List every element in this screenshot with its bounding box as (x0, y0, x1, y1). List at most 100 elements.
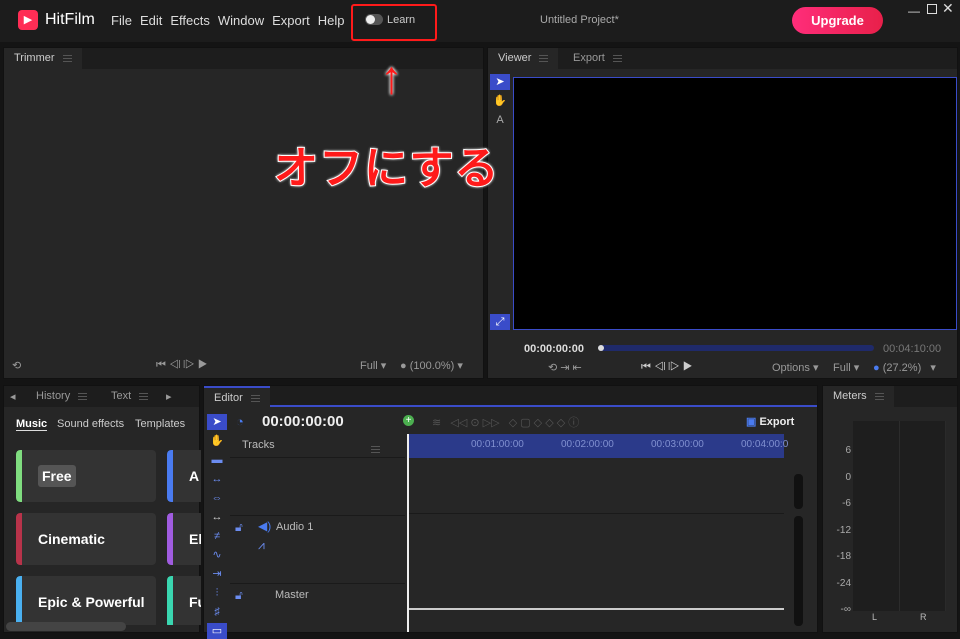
project-title: Untitled Project* (540, 14, 619, 26)
roll-tool-icon[interactable]: ≠ (207, 528, 227, 544)
mask-tool-icon[interactable]: ⤢ (490, 314, 510, 330)
horizontal-scrollbar[interactable] (6, 622, 126, 631)
viewer-zoom-select[interactable]: ● (27.2%) ▾ (873, 361, 936, 374)
learn-label: Learn (387, 14, 416, 26)
subtab-templates[interactable]: Templates (135, 418, 185, 430)
mixer-icon[interactable]: ⫶ (207, 585, 227, 601)
trimmer-panel: Trimmer ⟲ ⏮ ◁❘ ❘▷ ▶ Full ▾ ● (100.0%) ▾ (3, 47, 484, 379)
viewer-quality-select[interactable]: Full ▾ (833, 361, 859, 374)
hand-tool-icon[interactable]: ✋ (207, 433, 227, 449)
viewer-end-time: 00:04:10:00 (883, 343, 942, 355)
viewer-scrubber[interactable] (598, 345, 874, 351)
menu-help[interactable]: Help (318, 13, 345, 28)
viewer-panel: Viewer Export ➤ ✋ A ⤢ 00:00:00:00 00:04:1… (487, 47, 958, 379)
channel-right-label: R (920, 612, 927, 622)
upgrade-button[interactable]: Upgrade (792, 7, 883, 34)
menu-export[interactable]: Export (272, 13, 310, 28)
tab-text[interactable]: Text (101, 386, 158, 407)
vertical-scrollbar[interactable] (794, 516, 803, 626)
viewer-toolbar: ➤ ✋ A ⤢ (490, 74, 510, 344)
editor-timecode[interactable]: 00:00:00:00 (262, 413, 344, 430)
magnifier-icon: ● (873, 362, 880, 374)
select-tool-icon[interactable]: ➤ (490, 74, 510, 90)
tracks-menu-icon[interactable] (371, 446, 380, 454)
ruler-label: 00:02:00:00 (561, 439, 614, 450)
keyframe-controls[interactable]: ≋ ◁◁ ⊙ ▷▷ ◇ ▢ ◇ ◇ ◇ ⓘ (432, 414, 579, 430)
timeline-ruler[interactable]: 00:01:00:00 00:02:00:00 00:03:00:00 00:0… (409, 434, 788, 458)
viewer-canvas[interactable] (513, 77, 957, 330)
clock-icon: ◔ (236, 414, 244, 429)
rate-stretch-icon[interactable]: ↔ (207, 509, 227, 525)
hitfilm-logo-icon: ▶ (18, 10, 38, 30)
select-tool-icon[interactable]: ➤ (207, 414, 227, 430)
slip-tool-icon[interactable]: ↔ (207, 471, 227, 487)
loop-icon[interactable]: ⟲ (12, 359, 21, 372)
ruler-label: 00:03:00:00 (651, 439, 704, 450)
app-name: HitFilm (45, 11, 95, 28)
audio-meter (853, 421, 946, 611)
curve-icon[interactable]: ∿ (207, 547, 227, 563)
trimmer-controls: ⟲ ⏮ ◁❘ ❘▷ ▶ Full ▾ ● (100.0%) ▾ (4, 359, 483, 378)
track-master[interactable]: 🔓︎ Master (230, 583, 405, 633)
menu-file[interactable]: File (111, 13, 132, 28)
viewer-playback-controls[interactable]: ⏮ ◁❘ ❘▷ ▶ (641, 361, 693, 374)
music-card-free[interactable]: Free (16, 450, 156, 502)
track-audio-1[interactable]: 🔓︎ ◀) Audio 1 ⩘ (230, 515, 405, 583)
maximize-button[interactable] (927, 4, 937, 14)
lock-icon[interactable]: 🔓︎ (235, 520, 243, 535)
trimmer-quality-select[interactable]: Full ▾ (360, 359, 386, 372)
close-button[interactable]: ✕ (942, 0, 954, 17)
menu-window[interactable]: Window (218, 13, 264, 28)
slide-tool-icon[interactable]: ⇔ (207, 490, 227, 506)
music-card-cinematic[interactable]: Cinematic (16, 513, 156, 565)
tab-export[interactable]: Export (563, 48, 632, 69)
music-card-epic[interactable]: Epic & Powerful (16, 576, 156, 625)
trimmer-zoom-select[interactable]: ● (100.0%) ▾ (400, 359, 463, 372)
master-level-line (409, 608, 784, 610)
tab-viewer[interactable]: Viewer (488, 48, 559, 69)
tab-history[interactable]: History (26, 386, 97, 407)
music-card[interactable]: A (167, 450, 201, 502)
insert-icon[interactable]: ⇥ (207, 566, 227, 582)
tab-scroll-left-icon[interactable]: ◂ (10, 390, 16, 403)
razor-tool-icon[interactable]: ▬ (207, 452, 227, 468)
ruler-label: 00:04:00:0 (741, 439, 789, 450)
tab-editor[interactable]: Editor (204, 386, 270, 407)
tab-trimmer[interactable]: Trimmer (4, 48, 82, 69)
annotation-arrow: ↑ (380, 51, 403, 103)
track-name: Master (275, 589, 309, 601)
snap-icon[interactable]: ♯ (207, 604, 227, 620)
lock-icon[interactable]: 🔓︎ (235, 588, 243, 603)
text-tool-icon[interactable]: A (490, 112, 510, 128)
menu-edit[interactable]: Edit (140, 13, 162, 28)
tab-meters[interactable]: Meters (823, 386, 894, 407)
title-bar: ▶ HitFilm File Edit Effects Window Export Hel… (0, 0, 960, 42)
editor-panel: Editor ➤ ✋ ▬ ↔ ⇔ ↔ ≠ ∿ ⇥ ⫶ ♯ ▭ ◔ 00:00:0… (203, 385, 818, 639)
export-button[interactable]: ▣ Export (746, 415, 794, 428)
hand-tool-icon[interactable]: ✋ (490, 93, 510, 109)
add-track-icon[interactable]: + (403, 415, 414, 426)
vertical-scrollbar[interactable] (794, 474, 803, 509)
editor-toolbar: ➤ ✋ ▬ ↔ ⇔ ↔ ≠ ∿ ⇥ ⫶ ♯ ▭ (207, 414, 227, 639)
subtab-music[interactable]: Music (16, 418, 48, 431)
meter-scale: 6 0 -6 -12 -18 -24 -∞ (836, 445, 851, 615)
menu-effects[interactable]: Effects (170, 13, 210, 28)
viewer-loop-icons[interactable]: ⟲ ⇥ ⇤ (548, 361, 582, 374)
viewer-options-select[interactable]: Options ▾ (772, 361, 819, 374)
annotation-text: オフにする (273, 143, 500, 194)
link-icon[interactable]: ▭ (207, 623, 227, 639)
playback-controls[interactable]: ⏮ ◁❘ ❘▷ ▶ (156, 359, 208, 372)
viewer-current-time: 00:00:00:00 (524, 343, 584, 355)
tab-scroll-right-icon[interactable]: ▸ (166, 390, 172, 403)
export-icon: ▣ (746, 416, 757, 428)
learn-toggle[interactable] (365, 14, 383, 25)
media-panel: ◂ History Text ▸ Music Sound effects Tem… (3, 385, 201, 633)
playhead[interactable] (407, 434, 409, 632)
speaker-icon[interactable]: ◀) (258, 519, 271, 533)
music-card[interactable]: El (167, 513, 201, 565)
subtab-sound-effects[interactable]: Sound effects (57, 418, 124, 430)
music-card[interactable]: Fu (167, 576, 201, 625)
minimize-button[interactable]: — (908, 4, 920, 18)
waveform-icon[interactable]: ⩘ (258, 538, 265, 553)
track-name: Audio 1 (276, 521, 314, 533)
